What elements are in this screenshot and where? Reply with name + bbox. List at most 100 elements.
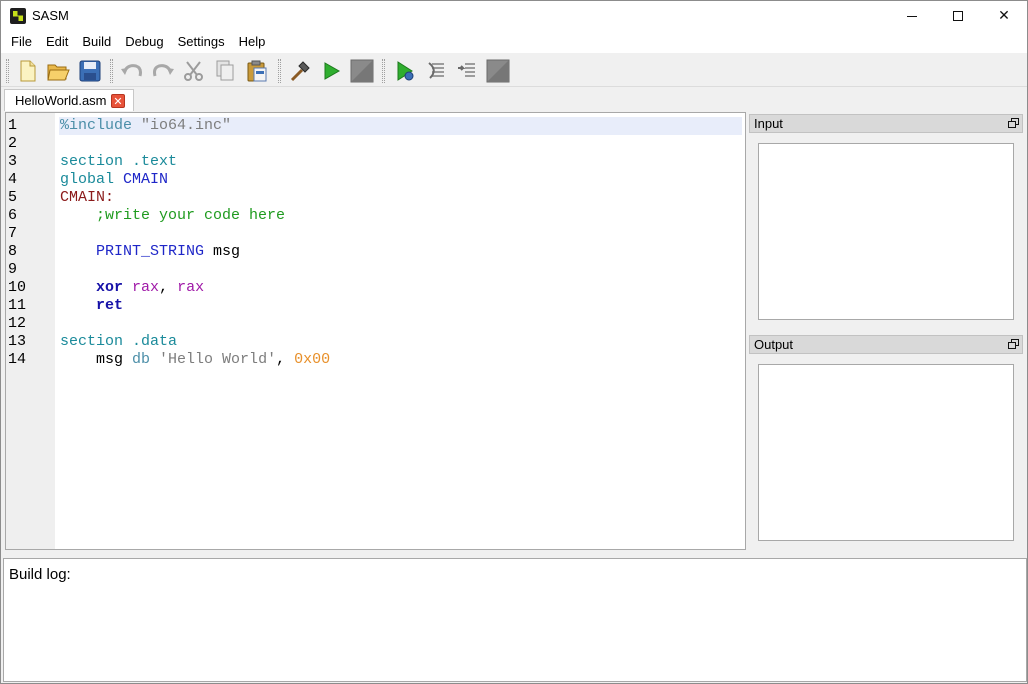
code-text[interactable]: PRINT_STRING msg <box>59 243 742 261</box>
code-text[interactable]: CMAIN: <box>59 189 742 207</box>
title-bar: SASM ✕ <box>1 1 1027 31</box>
run-button[interactable] <box>318 58 344 84</box>
new-file-button[interactable] <box>15 58 41 84</box>
code-line[interactable]: 14 msg db 'Hello World', 0x00 <box>6 351 745 369</box>
cut-button[interactable] <box>181 58 207 84</box>
line-number: 9 <box>8 261 18 278</box>
build-log-label: Build log: <box>9 566 71 583</box>
input-panel-header: Input <box>749 114 1023 133</box>
minimize-button[interactable] <box>889 1 935 31</box>
code-token: PRINT_STRING <box>96 243 205 260</box>
code-text[interactable]: ;write your code here <box>59 207 742 225</box>
code-token: msg <box>60 351 133 368</box>
tab-close-icon[interactable]: ✕ <box>111 94 125 108</box>
stop-icon <box>350 59 374 83</box>
code-text[interactable] <box>59 261 742 279</box>
output-panel-title: Output <box>754 337 794 352</box>
code-text[interactable]: %include "io64.inc" <box>59 117 742 135</box>
stop-button[interactable] <box>349 58 375 84</box>
output-panel-header: Output <box>749 335 1023 354</box>
code-text[interactable]: msg db 'Hello World', 0x00 <box>59 351 742 369</box>
tab-label: HelloWorld.asm <box>15 93 107 108</box>
build-button[interactable] <box>287 58 313 84</box>
code-text[interactable]: section .text <box>59 153 742 171</box>
save-icon <box>79 60 101 82</box>
code-token: global <box>60 171 115 188</box>
menu-help[interactable]: Help <box>232 31 273 53</box>
input-panel-title: Input <box>754 116 783 131</box>
code-line[interactable]: 1 %include "io64.inc" <box>6 117 745 135</box>
toolbar-grip[interactable] <box>110 59 113 83</box>
stop-debug-button[interactable] <box>485 58 511 84</box>
debug-button[interactable] <box>392 58 418 84</box>
code-token: 'Hello World' <box>159 351 277 368</box>
code-line[interactable]: 12 <box>6 315 745 333</box>
code-line[interactable]: 8 PRINT_STRING msg <box>6 243 745 261</box>
line-number: 7 <box>8 225 18 242</box>
line-number: 4 <box>8 171 18 188</box>
code-line[interactable]: 5 CMAIN: <box>6 189 745 207</box>
undo-button[interactable] <box>119 58 145 84</box>
code-text[interactable]: xor rax, rax <box>59 279 742 297</box>
undock-icon[interactable] <box>1008 118 1019 128</box>
code-text[interactable] <box>59 225 742 243</box>
line-number: 1 <box>8 117 18 134</box>
code-text[interactable]: ret <box>59 297 742 315</box>
line-number: 11 <box>8 297 27 314</box>
menu-edit[interactable]: Edit <box>39 31 75 53</box>
code-line[interactable]: 11 ret <box>6 297 745 315</box>
redo-button[interactable] <box>150 58 176 84</box>
code-line[interactable]: 10 xor rax, rax <box>6 279 745 297</box>
code-line[interactable]: 6 ;write your code here <box>6 207 745 225</box>
save-button[interactable] <box>77 58 103 84</box>
code-token: CMAIN: <box>60 189 115 206</box>
line-number: 10 <box>8 279 27 296</box>
stop-debug-icon <box>486 59 510 83</box>
undock-icon[interactable] <box>1008 339 1019 349</box>
input-textarea[interactable] <box>758 143 1014 320</box>
code-token: msg <box>204 243 241 260</box>
code-line[interactable]: 4 global CMAIN <box>6 171 745 189</box>
line-number: 6 <box>8 207 18 224</box>
menu-debug[interactable]: Debug <box>118 31 170 53</box>
toolbar-grip[interactable] <box>278 59 281 83</box>
maximize-button[interactable] <box>935 1 981 31</box>
menu-build[interactable]: Build <box>75 31 118 53</box>
tab-helloworld-asm[interactable]: HelloWorld.asm ✕ <box>4 89 134 111</box>
menu-settings[interactable]: Settings <box>171 31 232 53</box>
code-line[interactable]: 7 <box>6 225 745 243</box>
copy-icon <box>216 60 234 81</box>
copy-button[interactable] <box>212 58 238 84</box>
code-line[interactable]: 13 section .data <box>6 333 745 351</box>
code-line[interactable]: 3 section .text <box>6 153 745 171</box>
close-button[interactable]: ✕ <box>981 1 1027 31</box>
step-over-button[interactable] <box>424 58 450 84</box>
code-token: 0x00 <box>294 351 331 368</box>
code-editor[interactable]: 1 %include "io64.inc" 2 3 section .text 4 glob… <box>5 112 746 550</box>
sasm-window: SASM ✕ File Edit Build Debug Settings He… <box>0 0 1028 684</box>
build-log[interactable]: Build log: <box>3 558 1027 682</box>
toolbar-grip[interactable] <box>6 59 9 83</box>
code-line[interactable]: 9 <box>6 261 745 279</box>
toolbar-grip[interactable] <box>382 59 385 83</box>
open-file-button[interactable] <box>45 58 71 84</box>
output-textarea[interactable] <box>758 364 1014 541</box>
line-number: 14 <box>8 351 27 368</box>
window-title: SASM <box>32 8 69 23</box>
code-text[interactable]: global CMAIN <box>59 171 742 189</box>
code-token: "io64.inc" <box>141 117 232 134</box>
line-number: 2 <box>8 135 18 152</box>
new-file-icon <box>20 60 36 82</box>
code-line[interactable]: 2 <box>6 135 745 153</box>
code-text[interactable]: section .data <box>59 333 742 351</box>
paste-button[interactable] <box>244 58 270 84</box>
code-text[interactable] <box>59 135 742 153</box>
step-into-button[interactable] <box>454 58 480 84</box>
menu-file[interactable]: File <box>4 31 39 53</box>
code-text[interactable] <box>59 315 742 333</box>
